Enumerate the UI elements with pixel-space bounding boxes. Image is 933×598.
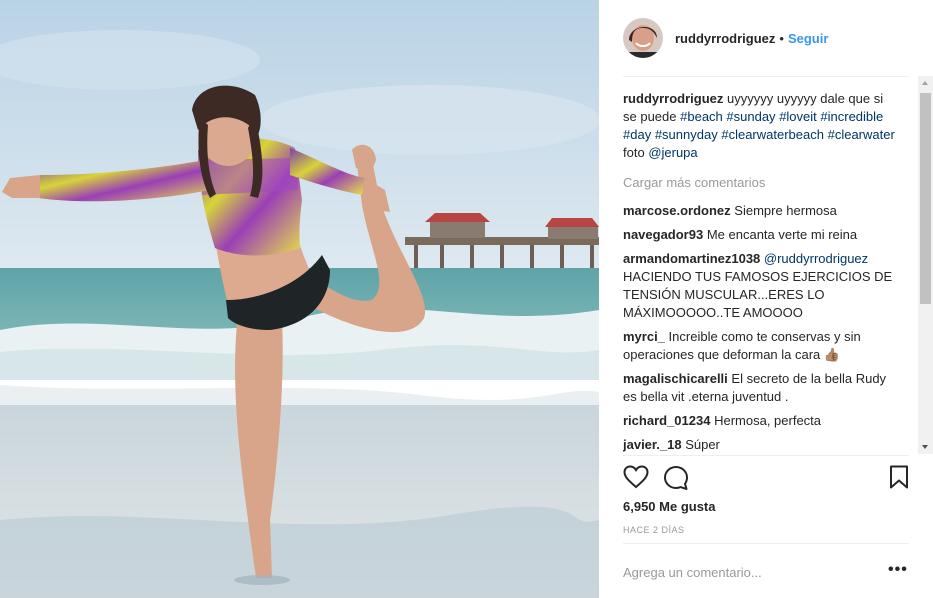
comment-username[interactable]: marcose.ordonez: [623, 203, 731, 218]
avatar[interactable]: [623, 18, 663, 58]
comment-text: Me encanta verte mi reina: [706, 227, 858, 242]
comments-scrollbar[interactable]: [918, 76, 933, 454]
header-separator: •: [779, 30, 784, 46]
comment-username[interactable]: richard_01234: [623, 413, 710, 428]
comment-text: Súper: [685, 437, 720, 452]
comment-username[interactable]: myrci_: [623, 329, 665, 344]
post-actions: [623, 465, 909, 491]
post-photo[interactable]: [0, 0, 599, 598]
likes-count[interactable]: 6,950 Me gusta: [623, 499, 716, 514]
hashtag-link[interactable]: #clearwater: [828, 127, 895, 142]
scroll-down-arrow-icon[interactable]: [922, 445, 928, 449]
comment-item: armandomartinez1038 @ruddyrrodriguez HAC…: [623, 250, 897, 322]
comment-username[interactable]: navegador93: [623, 227, 703, 242]
more-options-icon[interactable]: •••: [888, 562, 908, 578]
comment-username[interactable]: magalischicarelli: [623, 371, 728, 386]
header-username[interactable]: ruddyrrodriguez: [675, 31, 775, 46]
hashtag-link[interactable]: #loveit: [779, 109, 817, 124]
comment-item: magalischicarelli El secreto de la bella…: [623, 370, 897, 406]
follow-button[interactable]: Seguir: [788, 31, 828, 46]
hashtag-link[interactable]: #clearwaterbeach: [721, 127, 824, 142]
load-more-comments-button[interactable]: Cargar más comentarios: [623, 174, 897, 192]
comment-box-divider: [623, 543, 909, 544]
hashtag-link[interactable]: #sunday: [726, 109, 775, 124]
comment-item: javier._18 Súper: [623, 436, 897, 452]
actions-divider: [623, 455, 909, 456]
mention-link[interactable]: @jerupa: [648, 145, 697, 160]
scroll-up-arrow-icon[interactable]: [922, 81, 928, 85]
caption-credit: foto: [623, 145, 645, 160]
post-header: ruddyrrodriguez • Seguir: [623, 16, 909, 60]
avatar-image: [623, 18, 663, 58]
bookmark-icon[interactable]: [889, 465, 909, 492]
comment-text: HACIENDO TUS FAMOSOS EJERCICIOS DE TENSI…: [623, 269, 893, 320]
header-divider: [623, 76, 909, 77]
comments-list: ruddyrrodriguez uyyyyyy uyyyyy dale que …: [623, 90, 897, 452]
comment-item: navegador93 Me encanta verte mi reina: [623, 226, 897, 244]
comment-username[interactable]: armandomartinez1038: [623, 251, 760, 266]
hashtag-link[interactable]: #sunnyday: [655, 127, 718, 142]
hashtag-link[interactable]: #day: [623, 127, 651, 142]
add-comment-input[interactable]: [623, 556, 873, 588]
comment-bubble-icon[interactable]: [663, 465, 689, 494]
heart-icon[interactable]: [623, 465, 649, 492]
caption: ruddyrrodriguez uyyyyyy uyyyyy dale que …: [623, 90, 897, 162]
post-timestamp[interactable]: HACE 2 DÍAS: [623, 525, 685, 535]
beach-photo-illustration: [0, 0, 599, 598]
scrollbar-thumb[interactable]: [920, 93, 931, 304]
mention-link[interactable]: @ruddyrrodriguez: [764, 251, 868, 266]
comment-text: Siempre hermosa: [734, 203, 837, 218]
comment-item: myrci_ Increible como te conservas y sin…: [623, 328, 897, 364]
hashtag-link[interactable]: #incredible: [820, 109, 883, 124]
comment-username[interactable]: javier._18: [623, 437, 682, 452]
hashtag-link[interactable]: #beach: [680, 109, 723, 124]
caption-username[interactable]: ruddyrrodriguez: [623, 91, 723, 106]
comment-item: richard_01234 Hermosa, perfecta: [623, 412, 897, 430]
comment-text: Hermosa, perfecta: [714, 413, 822, 428]
comment-item: marcose.ordonez Siempre hermosa: [623, 202, 897, 220]
